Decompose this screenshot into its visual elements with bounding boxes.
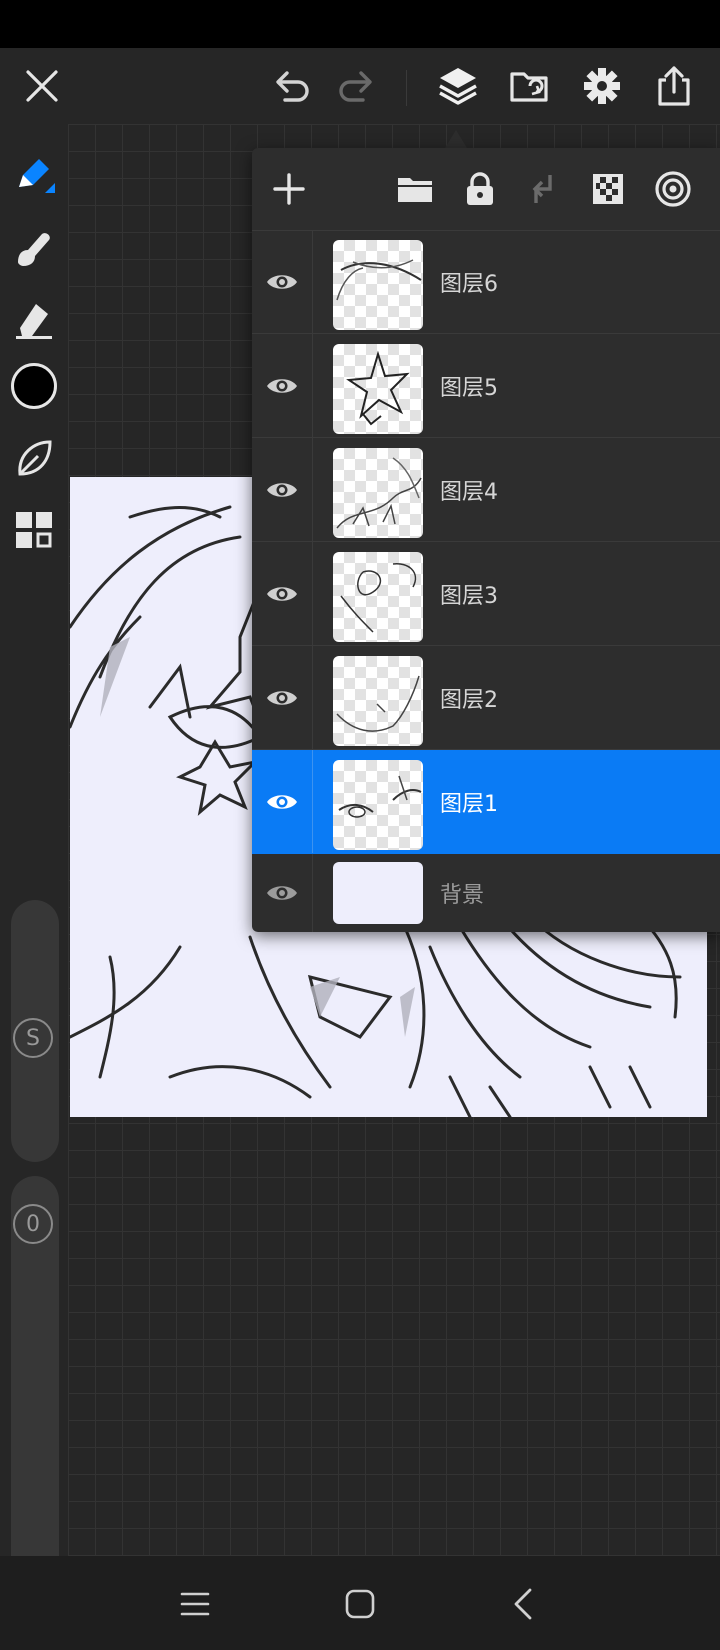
- new-group-button[interactable]: [386, 160, 444, 218]
- layer-name: 图层4: [440, 479, 498, 505]
- layer-thumbnail: [333, 760, 423, 850]
- more-tools-button[interactable]: [4, 500, 64, 560]
- layer-name: 图层5: [440, 375, 498, 401]
- visibility-toggle[interactable]: [252, 646, 313, 749]
- visibility-toggle[interactable]: [252, 542, 313, 645]
- brush-size-slider[interactable]: S: [11, 900, 59, 1162]
- layer-row[interactable]: 图层4: [252, 438, 720, 542]
- smudge-tool-button[interactable]: [4, 218, 64, 278]
- share-icon: [658, 66, 690, 106]
- layer-row[interactable]: 图层2: [252, 646, 720, 750]
- add-layer-icon: [273, 173, 305, 205]
- blend-icon: [655, 171, 691, 207]
- import-button[interactable]: [498, 48, 562, 124]
- undo-button[interactable]: [260, 48, 324, 124]
- pen-tool-button[interactable]: [4, 146, 64, 206]
- opacity-label: 0: [13, 1204, 53, 1244]
- close-button[interactable]: [10, 48, 74, 124]
- layer-thumbnail: [333, 552, 423, 642]
- smudge-icon: [18, 233, 50, 266]
- lock-layer-button[interactable]: [451, 160, 509, 218]
- eraser-icon: [16, 304, 52, 339]
- layer-row[interactable]: 图层6: [252, 230, 720, 334]
- recent-apps-icon: [180, 1592, 210, 1616]
- redo-icon: [339, 71, 372, 102]
- undo-icon: [276, 71, 309, 102]
- share-button[interactable]: [642, 48, 706, 124]
- eye-icon: [267, 886, 297, 900]
- layer-thumbnail: [333, 448, 423, 538]
- merge-down-button[interactable]: [514, 160, 572, 218]
- back-button[interactable]: [488, 1574, 558, 1634]
- layer-row-background[interactable]: 背景: [252, 854, 720, 932]
- layer-thumbnail: [333, 656, 423, 746]
- leaf-brush-icon: [18, 440, 52, 476]
- home-button[interactable]: [325, 1574, 395, 1634]
- eraser-tool-button[interactable]: [4, 290, 64, 350]
- eye-icon: [267, 482, 297, 497]
- eye-icon: [267, 274, 297, 289]
- layer-row-selected[interactable]: 图层1: [252, 750, 720, 854]
- layer-thumbnail: [333, 862, 423, 924]
- top-toolbar: [0, 48, 720, 124]
- layer-thumbnail: [333, 344, 423, 434]
- lock-icon: [467, 172, 493, 205]
- toolbar-divider: [406, 70, 407, 106]
- layers-button[interactable]: [426, 48, 490, 124]
- layers-toolbar: [252, 148, 720, 231]
- visibility-toggle[interactable]: [252, 750, 313, 853]
- home-icon: [345, 1589, 375, 1619]
- layer-name: 图层3: [440, 583, 498, 609]
- visibility-toggle[interactable]: [252, 854, 313, 932]
- transparency-icon: [593, 174, 623, 204]
- layer-thumbnail: [333, 240, 423, 330]
- eye-icon: [267, 586, 297, 601]
- layer-name: 背景: [440, 883, 485, 908]
- recent-apps-button[interactable]: [160, 1574, 230, 1634]
- panel-pointer: [445, 130, 467, 148]
- folder-icon: [398, 178, 432, 202]
- layer-name: 图层6: [440, 271, 498, 297]
- blend-mode-button[interactable]: [644, 160, 702, 218]
- alpha-lock-button[interactable]: [579, 160, 637, 218]
- brush-library-button[interactable]: [4, 428, 64, 488]
- close-icon: [26, 70, 58, 102]
- layer-name: 图层1: [440, 791, 498, 817]
- visibility-toggle[interactable]: [252, 334, 313, 437]
- status-bar: [0, 0, 720, 48]
- add-layer-button[interactable]: [260, 160, 318, 218]
- import-icon: [510, 72, 548, 102]
- eye-icon: [267, 794, 297, 809]
- size-label: S: [13, 1018, 53, 1058]
- color-button[interactable]: [4, 356, 64, 416]
- merge-down-icon: [532, 175, 552, 203]
- pen-icon: [19, 159, 55, 193]
- settings-button[interactable]: [570, 48, 634, 124]
- layer-row[interactable]: 图层3: [252, 542, 720, 646]
- redo-button[interactable]: [324, 48, 388, 124]
- eye-icon: [267, 378, 297, 393]
- back-icon: [514, 1588, 532, 1620]
- system-nav-bar: [0, 1556, 720, 1650]
- settings-icon: [584, 68, 620, 104]
- left-toolbar: S 0: [0, 124, 68, 1586]
- visibility-toggle[interactable]: [252, 230, 313, 333]
- grid-icon: [16, 512, 52, 548]
- color-swatch: [11, 363, 57, 409]
- layers-icon: [439, 68, 477, 105]
- layer-row[interactable]: 图层5: [252, 334, 720, 438]
- layer-name: 图层2: [440, 687, 498, 713]
- layers-panel: 图层6 图层5 图层4 图层3 图层2 图层1 背景: [252, 148, 720, 932]
- visibility-toggle[interactable]: [252, 438, 313, 541]
- eye-icon: [267, 690, 297, 705]
- brush-opacity-slider[interactable]: 0: [11, 1176, 59, 1586]
